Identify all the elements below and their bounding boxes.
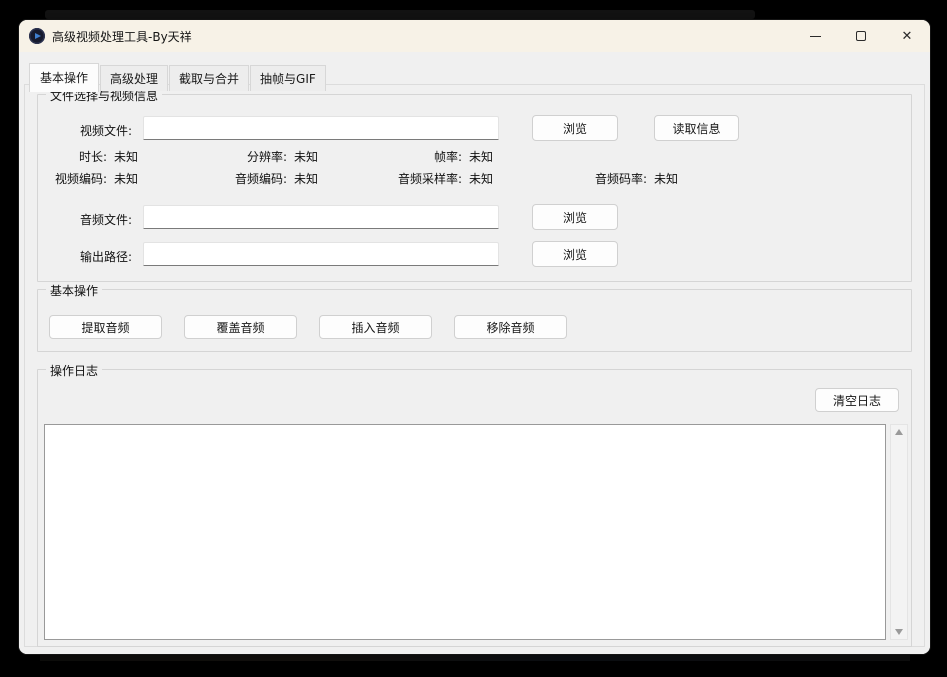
minimize-button[interactable] xyxy=(792,20,838,52)
minimize-icon xyxy=(810,36,821,37)
info-audio-codec: 音频编码: 未知 xyxy=(188,170,349,186)
info-video-codec-label: 视频编码: xyxy=(38,170,107,186)
window-controls: ✕ xyxy=(792,20,930,52)
log-scrollbar[interactable] xyxy=(890,424,908,640)
scroll-down-icon[interactable] xyxy=(895,629,903,635)
close-button[interactable]: ✕ xyxy=(884,20,930,52)
info-framerate-value: 未知 xyxy=(469,148,524,164)
titlebar[interactable]: 高级视频处理工具-By天祥 ✕ xyxy=(19,20,930,52)
info-sample-rate-label: 音频采样率: xyxy=(368,170,462,186)
group-basic-operations: 基本操作 提取音频 覆盖音频 插入音频 移除音频 xyxy=(37,289,912,352)
client-area: 基本操作 高级处理 截取与合并 抽帧与GIF 文件选择与视频信息 视频文件: 浏… xyxy=(19,52,930,654)
info-audio-codec-label: 音频编码: xyxy=(188,170,287,186)
tab-strip: 基本操作 高级处理 截取与合并 抽帧与GIF xyxy=(29,62,327,91)
output-path-input[interactable] xyxy=(143,242,499,266)
info-audio-bitrate-value: 未知 xyxy=(654,170,709,186)
extract-audio-button[interactable]: 提取音频 xyxy=(49,315,162,339)
info-framerate-label: 帧率: xyxy=(368,148,462,164)
info-duration-label: 时长: xyxy=(38,148,107,164)
output-browse-button[interactable]: 浏览 xyxy=(532,241,618,267)
remove-audio-button[interactable]: 移除音频 xyxy=(454,315,567,339)
info-sample-rate-value: 未知 xyxy=(469,170,524,186)
maximize-button[interactable] xyxy=(838,20,884,52)
app-window: 高级视频处理工具-By天祥 ✕ 基本操作 高级处理 截取与合并 抽帧与GIF 文… xyxy=(19,20,930,654)
group-operation-log-title: 操作日志 xyxy=(46,362,102,379)
desktop-sliver xyxy=(40,655,910,661)
tab-cut-and-merge[interactable]: 截取与合并 xyxy=(169,65,249,91)
info-resolution-label: 分辨率: xyxy=(188,148,287,164)
info-audio-bitrate: 音频码率: 未知 xyxy=(548,170,709,186)
read-info-button[interactable]: 读取信息 xyxy=(654,115,739,141)
maximize-icon xyxy=(856,31,866,41)
overwrite-audio-button[interactable]: 覆盖音频 xyxy=(184,315,297,339)
tab-frames-and-gif[interactable]: 抽帧与GIF xyxy=(250,65,326,91)
info-sample-rate: 音频采样率: 未知 xyxy=(368,170,524,186)
group-operation-log: 操作日志 清空日志 xyxy=(37,369,912,647)
video-browse-button[interactable]: 浏览 xyxy=(532,115,618,141)
output-path-label: 输出路径: xyxy=(38,248,132,265)
group-file-selection: 文件选择与视频信息 视频文件: 浏览 读取信息 时长: 未知 分辨率: 未知 帧… xyxy=(37,94,912,282)
audio-file-label: 音频文件: xyxy=(38,211,132,228)
info-resolution: 分辨率: 未知 xyxy=(188,148,349,164)
audio-browse-button[interactable]: 浏览 xyxy=(532,204,618,230)
log-textarea[interactable] xyxy=(44,424,886,640)
window-title: 高级视频处理工具-By天祥 xyxy=(52,28,192,45)
tab-pane: 文件选择与视频信息 视频文件: 浏览 读取信息 时长: 未知 分辨率: 未知 帧… xyxy=(24,84,925,647)
info-duration: 时长: 未知 xyxy=(38,148,169,164)
close-icon: ✕ xyxy=(902,30,913,43)
info-framerate: 帧率: 未知 xyxy=(368,148,524,164)
tab-advanced-processing[interactable]: 高级处理 xyxy=(100,65,168,91)
tab-basic-operations[interactable]: 基本操作 xyxy=(29,63,99,92)
info-video-codec: 视频编码: 未知 xyxy=(38,170,169,186)
info-audio-codec-value: 未知 xyxy=(294,170,349,186)
scroll-up-icon[interactable] xyxy=(895,429,903,435)
insert-audio-button[interactable]: 插入音频 xyxy=(319,315,432,339)
info-audio-bitrate-label: 音频码率: xyxy=(548,170,647,186)
video-file-label: 视频文件: xyxy=(38,122,132,139)
info-video-codec-value: 未知 xyxy=(114,170,169,186)
audio-file-input[interactable] xyxy=(143,205,499,229)
app-play-circle-icon xyxy=(29,28,45,44)
background-window-hint xyxy=(45,10,755,19)
clear-log-button[interactable]: 清空日志 xyxy=(815,388,899,412)
info-resolution-value: 未知 xyxy=(294,148,349,164)
video-file-input[interactable] xyxy=(143,116,499,140)
group-basic-operations-title: 基本操作 xyxy=(46,282,102,299)
info-duration-value: 未知 xyxy=(114,148,169,164)
